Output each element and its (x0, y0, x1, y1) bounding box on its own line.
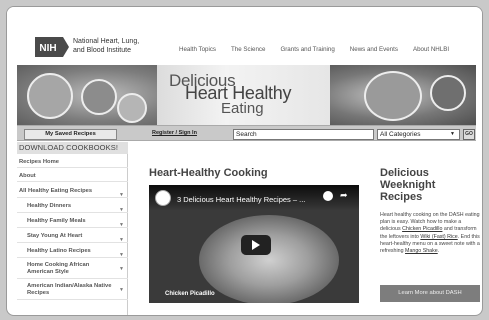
sidebar-item-american-indian[interactable]: American Indian/Alaska Native Recipes ▼ (17, 280, 128, 300)
sidebar-item-african-american[interactable]: Home Cooking African American Style ▼ (17, 259, 128, 279)
page-frame: NIH National Heart, Lung, and Blood Inst… (6, 6, 483, 316)
sidebar-item-label: Healthy Family Meals (27, 218, 86, 224)
sidebar-item-recipes-home[interactable]: Recipes Home (17, 156, 128, 168)
glass-image (117, 93, 147, 123)
mango-shake-link[interactable]: Mango Shake (405, 248, 438, 254)
banner-title-line3: Eating (221, 100, 264, 117)
nav-grants-training[interactable]: Grants and Training (280, 46, 334, 53)
weeknight-recipes-title: Delicious Weeknight Recipes (380, 167, 480, 203)
sidebar-item-healthy-dinners[interactable]: Healthy Dinners ▼ (17, 199, 128, 213)
nav-health-topics[interactable]: Health Topics (179, 46, 216, 53)
page-title: Heart-Healthy Cooking (149, 167, 268, 179)
sidebar-item-all-recipes[interactable]: All Healthy Eating Recipes ▼ (17, 184, 128, 198)
sidebar: DOWNLOAD COOKBOOKS! Recipes Home About A… (17, 142, 128, 315)
watch-later-icon[interactable] (323, 191, 333, 201)
nih-logo-text: NIH (39, 43, 56, 54)
title-line3: Recipes (380, 191, 423, 203)
sidebar-item-stay-young-at-heart[interactable]: Stay Young At Heart ▼ (17, 229, 128, 243)
chicken-picadillo-link[interactable]: Chicken Picadillo (402, 226, 442, 232)
search-input[interactable]: Search (233, 129, 374, 140)
learn-more-dash-button[interactable]: Learn More about DASH (380, 285, 480, 302)
sidebar-item-label: Healthy Dinners (27, 203, 72, 209)
wiki-rice-link[interactable]: Wiki (Fast) Rice (420, 234, 457, 240)
video-player[interactable]: 3 Delicious Heart Healthy Recipes – ... … (149, 185, 359, 303)
weeknight-recipes-text: Heart healthy cooking on the DASH eating… (380, 212, 480, 255)
video-title[interactable]: 3 Delicious Heart Healthy Recipes – ... (177, 195, 305, 204)
nav-the-science[interactable]: The Science (231, 46, 265, 53)
top-nav: Health Topics The Science Grants and Tra… (179, 46, 464, 53)
my-saved-recipes-button[interactable]: My Saved Recipes (24, 129, 117, 140)
title-line2: Weeknight (380, 179, 436, 191)
nih-logo[interactable]: NIH (35, 35, 69, 59)
nav-news-events[interactable]: News and Events (350, 46, 398, 53)
video-caption: Chicken Picadillo (165, 291, 215, 297)
institute-line2: and Blood Institute (73, 47, 131, 54)
sidebar-item-label: About (19, 173, 36, 179)
food-photo-right (330, 65, 476, 125)
side-dish-image (430, 75, 466, 111)
sidebar-item-label: Stay Young At Heart (27, 233, 83, 239)
pot-image (364, 71, 422, 121)
chevron-down-icon: ▼ (119, 266, 124, 272)
video-thumbnail-pan (199, 215, 339, 303)
hero-banner: Delicious Heart Healthy Eating (17, 65, 476, 125)
play-icon (252, 240, 260, 250)
sidebar-item-about[interactable]: About (17, 170, 128, 182)
go-button[interactable]: GO (463, 129, 475, 140)
food-photo-left (17, 65, 157, 125)
dropdown-arrow-icon: ▼ (450, 131, 455, 137)
body-text-4: . (437, 248, 440, 255)
sidebar-item-healthy-family-meals[interactable]: Healthy Family Meals ▼ (17, 214, 128, 228)
share-icon[interactable]: ➦ (340, 190, 348, 201)
site-header: NIH National Heart, Lung, and Blood Inst… (7, 7, 482, 65)
download-cookbooks-link[interactable]: DOWNLOAD COOKBOOKS! (17, 142, 128, 154)
chevron-down-icon: ▼ (119, 287, 124, 293)
nav-about-nhlbi[interactable]: About NHLBI (413, 46, 449, 53)
title-line1: Delicious (380, 167, 429, 179)
sidebar-item-healthy-latino-recipes[interactable]: Healthy Latino Recipes ▼ (17, 244, 128, 258)
institute-name[interactable]: National Heart, Lung, and Blood Institut… (73, 37, 139, 55)
category-select-value: All Categories (380, 131, 421, 138)
sidebar-item-label: Healthy Latino Recipes (27, 248, 91, 254)
channel-avatar-icon[interactable] (155, 190, 171, 206)
sidebar-item-label: American Indian/Alaska Native Recipes (27, 283, 112, 296)
register-sign-in-link[interactable]: Register / Sign In (152, 130, 197, 136)
institute-line1: National Heart, Lung, (73, 38, 140, 45)
category-select[interactable]: All Categories ▼ (377, 129, 460, 140)
sidebar-item-label: Home Cooking African American Style (27, 262, 90, 275)
recipe-toolbar: My Saved Recipes Register / Sign In Sear… (17, 125, 476, 141)
sidebar-item-label: All Healthy Eating Recipes (19, 188, 93, 194)
bowl-image (81, 79, 117, 115)
plate-image (27, 73, 73, 119)
sidebar-item-label: Recipes Home (19, 159, 59, 165)
